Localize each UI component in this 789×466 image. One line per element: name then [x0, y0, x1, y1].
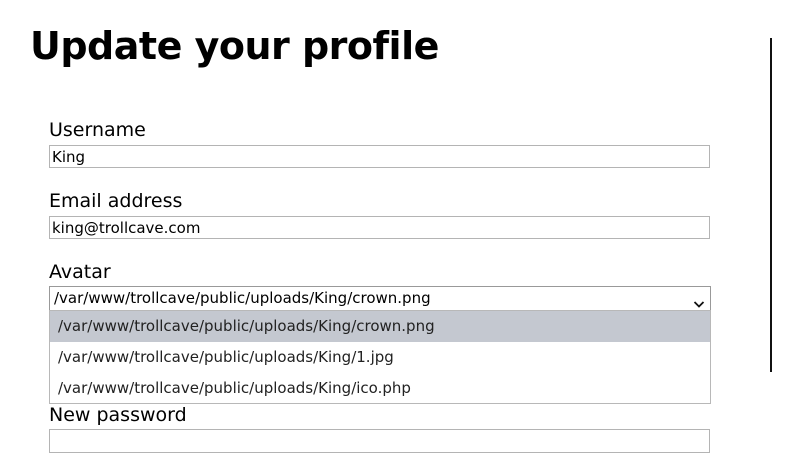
email-label: Email address — [49, 190, 183, 212]
avatar-select[interactable]: /var/www/trollcave/public/uploads/King/c… — [49, 286, 711, 311]
chevron-down-icon — [693, 293, 705, 308]
username-label: Username — [49, 119, 146, 141]
avatar-option[interactable]: /var/www/trollcave/public/uploads/King/c… — [50, 311, 710, 342]
avatar-option[interactable]: /var/www/trollcave/public/uploads/King/i… — [50, 373, 710, 404]
scrollbar-divider — [770, 38, 772, 372]
avatar-dropdown-list[interactable]: /var/www/trollcave/public/uploads/King/c… — [49, 310, 711, 404]
avatar-select-value: /var/www/trollcave/public/uploads/King/c… — [54, 289, 431, 307]
avatar-option[interactable]: /var/www/trollcave/public/uploads/King/1… — [50, 342, 710, 373]
username-input[interactable] — [49, 145, 710, 168]
profile-page: Update your profile Username Email addre… — [0, 0, 789, 466]
page-title: Update your profile — [30, 24, 439, 68]
new-password-label: New password — [49, 404, 187, 426]
new-password-input[interactable] — [49, 429, 710, 453]
avatar-label: Avatar — [49, 261, 111, 283]
email-input[interactable] — [49, 216, 710, 239]
